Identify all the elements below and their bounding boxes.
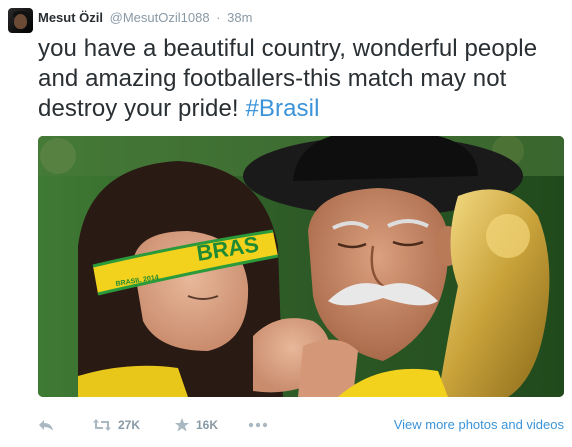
author-handle[interactable]: @MesutOzil1088 bbox=[110, 10, 210, 25]
retweet-icon bbox=[92, 418, 112, 432]
view-more-photos-link[interactable]: View more photos and videos bbox=[394, 417, 564, 432]
avatar[interactable] bbox=[8, 8, 33, 33]
more-icon bbox=[248, 422, 268, 428]
reply-button[interactable] bbox=[38, 414, 54, 436]
photo-illustration: BRAS BRASIL 2014 bbox=[38, 136, 564, 397]
retweet-button[interactable]: 27K bbox=[92, 414, 140, 436]
author-name[interactable]: Mesut Özil bbox=[38, 10, 103, 25]
more-button[interactable] bbox=[248, 414, 268, 436]
header-separator: · bbox=[216, 10, 221, 25]
tweet-timestamp[interactable]: 38m bbox=[227, 10, 252, 25]
star-icon bbox=[174, 417, 190, 433]
hashtag-link[interactable]: #Brasil bbox=[245, 95, 319, 122]
favorite-button[interactable]: 16K bbox=[174, 414, 218, 436]
reply-icon bbox=[38, 418, 54, 432]
tweet-photo[interactable]: BRAS BRASIL 2014 bbox=[38, 136, 564, 397]
tweet-header: Mesut Özil @MesutOzil1088 · 38m bbox=[38, 10, 252, 26]
tweet-card: Mesut Özil @MesutOzil1088 · 38m you have… bbox=[0, 0, 572, 447]
tweet-text: you have a beautiful country, wonderful … bbox=[38, 34, 568, 124]
favorite-count: 16K bbox=[196, 418, 219, 432]
avatar-face bbox=[14, 14, 27, 29]
tweet-actions: 27K 16K View more photos and videos bbox=[38, 414, 564, 436]
retweet-count: 27K bbox=[118, 418, 141, 432]
